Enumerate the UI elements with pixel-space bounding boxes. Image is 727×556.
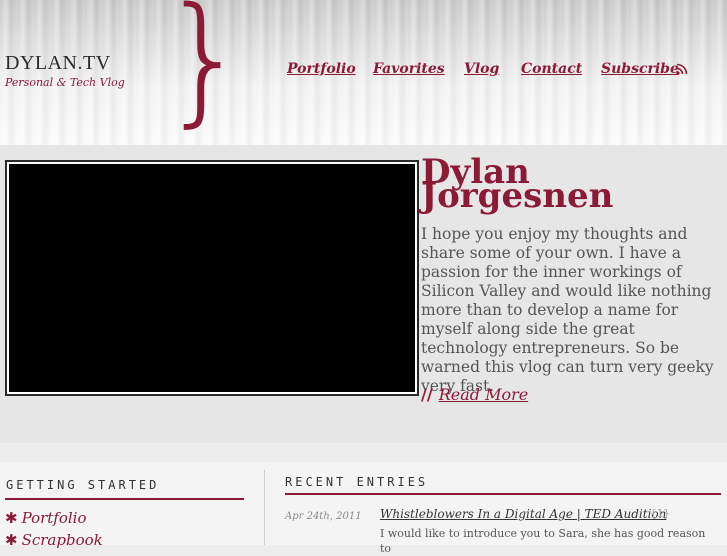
- nav-subscribe[interactable]: Subscribe: [601, 61, 679, 77]
- entry-comment-count[interactable]: {1}: [650, 507, 670, 520]
- nav-vlog[interactable]: Vlog: [464, 61, 499, 77]
- site-tagline: Personal & Tech Vlog: [5, 76, 125, 89]
- recent-heading-rule: [285, 493, 721, 495]
- site-title[interactable]: DYLAN.TV: [5, 52, 111, 75]
- sidebar-item-label: Portfolio: [21, 509, 87, 527]
- star-icon: ✱: [5, 509, 18, 527]
- sidebar-item-scrapbook[interactable]: ✱ Scrapbook: [5, 531, 103, 549]
- brace-decoration: }: [160, 0, 250, 141]
- hero-name: Dylan Jorgesnen: [421, 155, 721, 216]
- nav-favorites[interactable]: Favorites: [373, 61, 445, 77]
- read-more-link[interactable]: Read More: [439, 385, 529, 404]
- hero-last-name: Jorgesnen: [421, 176, 614, 216]
- sidebar-item-portfolio[interactable]: ✱ Portfolio: [5, 509, 87, 527]
- video-player[interactable]: [5, 160, 419, 396]
- read-more-prefix: //: [421, 385, 433, 404]
- column-divider: [264, 470, 265, 545]
- rss-icon[interactable]: [676, 63, 688, 75]
- entry-date: Apr 24th, 2011: [285, 511, 362, 522]
- video-screen[interactable]: [9, 164, 415, 392]
- hero-section: Dylan Jorgesnen I hope you enjoy my thou…: [0, 145, 727, 443]
- nav-portfolio[interactable]: Portfolio: [287, 61, 356, 77]
- nav-contact[interactable]: Contact: [521, 61, 582, 77]
- site-header: DYLAN.TV Personal & Tech Vlog } Portfoli…: [0, 0, 727, 145]
- star-icon: ✱: [5, 531, 18, 549]
- recent-heading: RECENT ENTRIES: [285, 475, 429, 489]
- hero-intro: I hope you enjoy my thoughts and share s…: [421, 225, 714, 395]
- entry-excerpt: I would like to introduce you to Sara, s…: [380, 527, 706, 555]
- read-more: // Read More: [421, 385, 528, 404]
- sidebar-item-label: Scrapbook: [21, 531, 103, 549]
- sidebar-heading-rule: [5, 498, 244, 500]
- entry-title-link[interactable]: Whistleblowers In a Digital Age | TED Au…: [380, 507, 666, 521]
- sidebar-heading: GETTING STARTED: [6, 478, 160, 492]
